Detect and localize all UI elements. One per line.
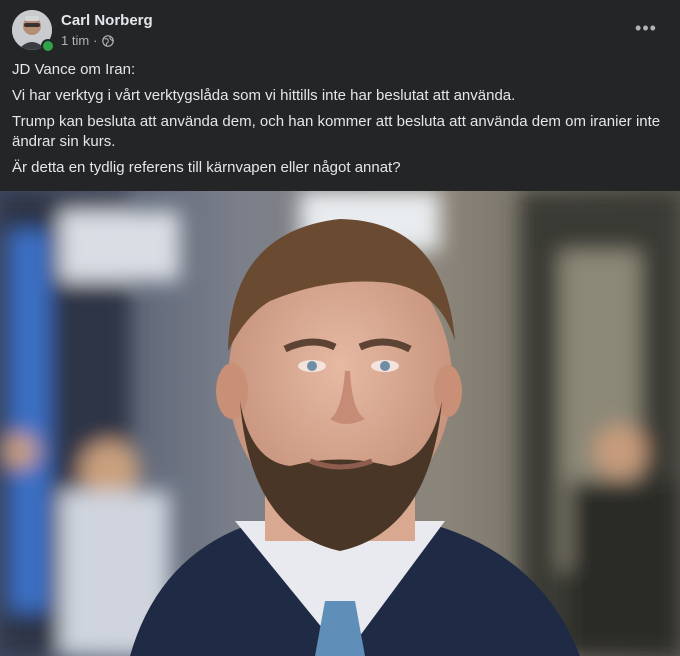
post-meta: 1 tim · xyxy=(61,33,114,48)
post-paragraph: Vi har verktyg i vårt verktygslåda som v… xyxy=(12,87,516,104)
post-photo[interactable] xyxy=(0,191,680,656)
globe-icon[interactable] xyxy=(101,34,114,47)
more-options-button[interactable]: ••• xyxy=(630,14,662,42)
post-paragraph: Trump kan besluta att använda dem, och h… xyxy=(12,113,661,150)
post-text: JD Vance om Iran: Vi har verktyg i vårt … xyxy=(12,60,662,184)
post-paragraph: Är detta en tydlig referens till kärnvap… xyxy=(12,159,401,176)
online-status-dot xyxy=(41,39,55,53)
photo-image xyxy=(0,191,680,656)
meta-separator: · xyxy=(93,33,98,48)
author-name[interactable]: Carl Norberg xyxy=(61,12,153,29)
facebook-post: Carl Norberg 1 tim · ••• JD Vance om Ira… xyxy=(0,0,680,656)
post-header: Carl Norberg 1 tim · ••• xyxy=(12,10,668,53)
post-paragraph: JD Vance om Iran: xyxy=(12,61,136,78)
more-horizontal-icon: ••• xyxy=(635,18,657,38)
post-time[interactable]: 1 tim xyxy=(61,33,89,48)
